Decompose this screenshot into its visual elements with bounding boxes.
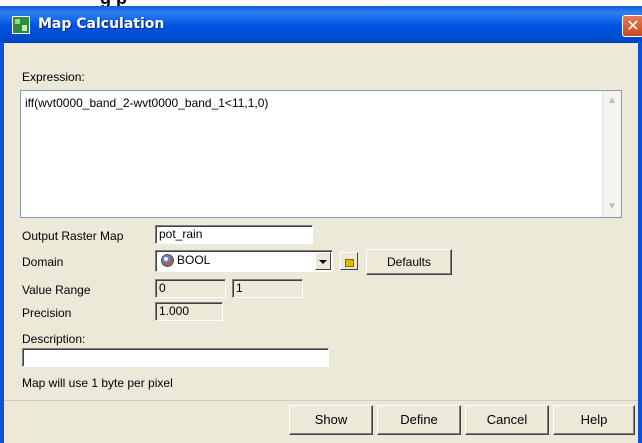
- help-button[interactable]: Help: [553, 405, 635, 435]
- value-range-max-input[interactable]: 1: [232, 279, 303, 298]
- expression-scrollbar[interactable]: ▲ ▼: [602, 91, 621, 217]
- description-input[interactable]: [22, 348, 329, 367]
- expression-label: Expression:: [22, 70, 85, 84]
- window-title: Map Calculation: [38, 16, 165, 32]
- define-button[interactable]: Define: [377, 405, 461, 435]
- create-domain-button[interactable]: [340, 252, 358, 270]
- domain-value: BOOL: [177, 253, 211, 267]
- byte-info-text: Map will use 1 byte per pixel: [22, 376, 173, 390]
- close-button[interactable]: ✕: [622, 15, 642, 37]
- description-label: Description:: [22, 332, 86, 346]
- close-icon: ✕: [626, 16, 640, 35]
- expression-text: iff(wvt0000_band_2-wvt0000_band_1<11,1,0…: [25, 96, 269, 110]
- window-frame-right: [638, 42, 642, 443]
- domain-label: Domain: [22, 255, 64, 269]
- show-button[interactable]: Show: [289, 405, 373, 435]
- scroll-up-icon[interactable]: ▲: [606, 95, 618, 107]
- chevron-down-icon[interactable]: [315, 252, 331, 270]
- value-range-min-input[interactable]: 0: [155, 279, 226, 298]
- output-raster-map-label: Output Raster Map: [22, 229, 124, 243]
- title-bar[interactable]: Map Calculation ✕: [0, 6, 642, 43]
- precision-input[interactable]: 1.000: [155, 302, 223, 321]
- domain-icon: [161, 254, 174, 267]
- cancel-button[interactable]: Cancel: [465, 405, 549, 435]
- map-calculation-icon: [12, 16, 30, 34]
- scroll-down-icon[interactable]: ▼: [606, 201, 618, 213]
- defaults-button[interactable]: Defaults: [366, 249, 452, 275]
- value-range-label: Value Range: [22, 283, 91, 297]
- window-frame-left: [0, 42, 4, 443]
- expression-textarea[interactable]: iff(wvt0000_band_2-wvt0000_band_1<11,1,0…: [20, 90, 622, 218]
- precision-label: Precision: [22, 306, 72, 320]
- bottom-divider: [4, 400, 638, 401]
- domain-select[interactable]: BOOL: [155, 250, 333, 272]
- output-raster-map-input[interactable]: pot_rain: [155, 225, 313, 244]
